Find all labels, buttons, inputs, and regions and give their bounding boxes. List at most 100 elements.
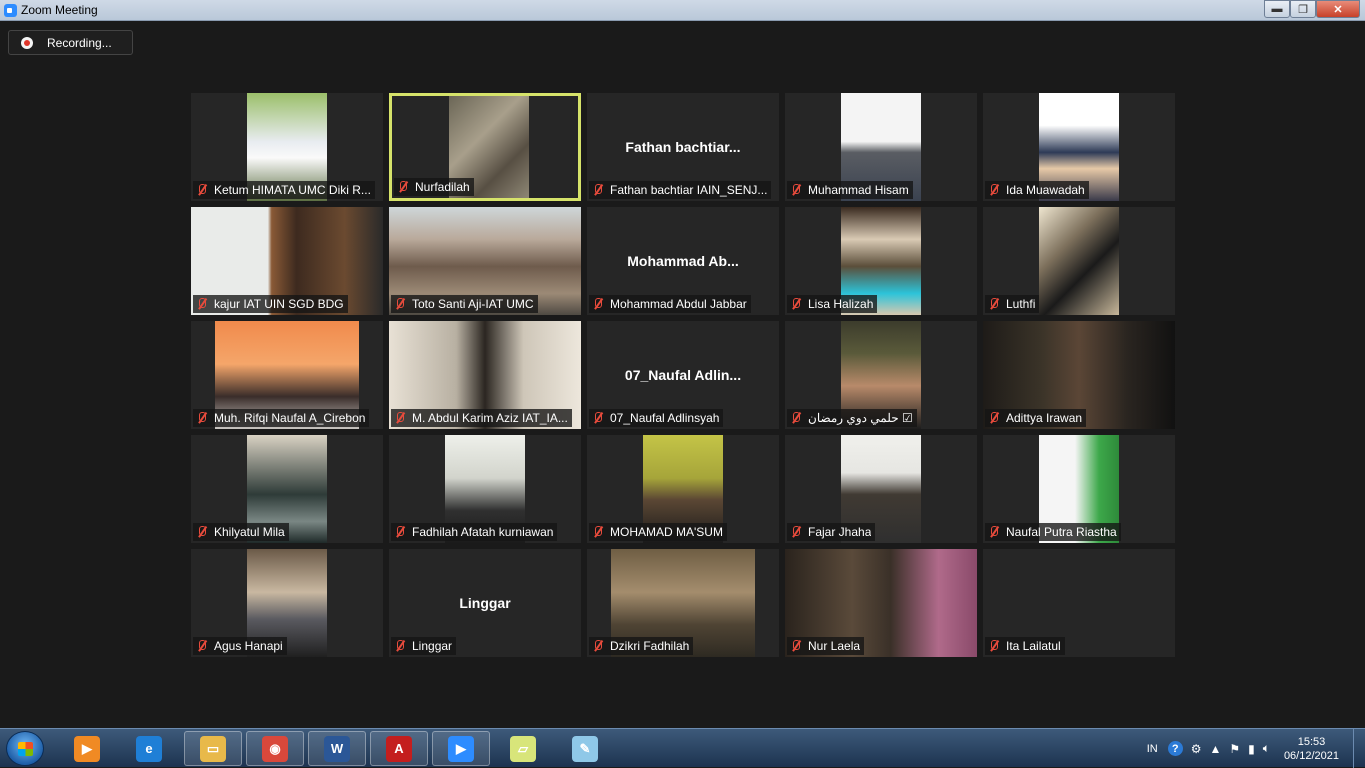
participant-tile[interactable]: 07_Naufal Adlin... 07_Naufal Adlinsyah xyxy=(587,321,779,429)
participant-nametag: حلمي دوي رمضان ☑ xyxy=(787,409,917,427)
participant-nametag: Ita Lailatul xyxy=(985,637,1065,655)
network-settings-icon[interactable]: ⚙ xyxy=(1191,742,1202,756)
taskbar-app-button[interactable]: ▶ xyxy=(58,731,116,766)
participant-tile[interactable]: Luthfi xyxy=(983,207,1175,315)
muted-mic-icon xyxy=(393,639,407,653)
volume-icon[interactable]: 🔈︎ xyxy=(1263,741,1270,756)
muted-mic-icon xyxy=(591,297,605,311)
participant-tile[interactable]: M. Abdul Karim Aziz IAT_IA... xyxy=(389,321,581,429)
participant-tile[interactable]: Naufal Putra Riastha xyxy=(983,435,1175,543)
zoom-app-icon xyxy=(4,4,17,17)
participant-tile[interactable]: Ketum HIMATA UMC Diki R... xyxy=(191,93,383,201)
participant-tile[interactable]: Nur Laela xyxy=(785,549,977,657)
participant-tile[interactable]: Agus Hanapi xyxy=(191,549,383,657)
participant-nametag: Ida Muawadah xyxy=(985,181,1089,199)
acrobat-icon: A xyxy=(386,735,412,762)
maximize-button[interactable]: ❐ xyxy=(1290,0,1316,18)
start-button[interactable] xyxy=(6,731,44,766)
participant-nametag: Muh. Rifqi Naufal A_Cirebon xyxy=(193,409,370,427)
participant-tile[interactable]: Ida Muawadah xyxy=(983,93,1175,201)
muted-mic-icon xyxy=(789,525,803,539)
participant-nametag: Ketum HIMATA UMC Diki R... xyxy=(193,181,375,199)
participant-tile[interactable]: حلمي دوي رمضان ☑ xyxy=(785,321,977,429)
participant-nametag: 07_Naufal Adlinsyah xyxy=(589,409,724,427)
participant-nametag: Fadhilah Afatah kurniawan xyxy=(391,523,558,541)
system-tray: IN ? ⚙ ▲ ⚑ ▮ 🔈︎ 15:53 06/12/2021 xyxy=(1147,729,1365,768)
window-titlebar: Zoom Meeting ▬ ❐ ✕ xyxy=(0,0,1365,21)
language-indicator[interactable]: IN xyxy=(1147,743,1158,755)
participant-tile[interactable]: Muh. Rifqi Naufal A_Cirebon xyxy=(191,321,383,429)
participant-name: Mohammad Abdul Jabbar xyxy=(610,297,747,311)
muted-mic-icon xyxy=(789,297,803,311)
participant-tile[interactable]: Linggar Linggar xyxy=(389,549,581,657)
participant-name: Lisa Halizah xyxy=(808,297,874,311)
participant-nametag: Mohammad Abdul Jabbar xyxy=(589,295,751,313)
participant-tile[interactable]: Khilyatul Mila xyxy=(191,435,383,543)
taskbar-app-button[interactable]: A xyxy=(370,731,428,766)
close-button[interactable]: ✕ xyxy=(1316,0,1360,18)
clock-date: 06/12/2021 xyxy=(1283,749,1339,762)
participant-name: Adittya Irawan xyxy=(1006,411,1083,425)
show-desktop-button[interactable] xyxy=(1353,729,1365,768)
minimize-button[interactable]: ▬ xyxy=(1264,0,1290,18)
taskbar-app-button[interactable]: ▱ xyxy=(494,731,552,766)
participant-name: Fadhilah Afatah kurniawan xyxy=(412,525,554,539)
clock-time: 15:53 xyxy=(1297,735,1326,748)
clock[interactable]: 15:53 06/12/2021 xyxy=(1284,735,1339,763)
meeting-gallery: Recording... Ketum HIMATA UMC Diki R... N… xyxy=(0,21,1365,728)
participant-name: Naufal Putra Riastha xyxy=(1006,525,1117,539)
participant-name: Toto Santi Aji-IAT UMC xyxy=(412,297,534,311)
participant-nametag: Lisa Halizah xyxy=(787,295,878,313)
help-icon[interactable]: ? xyxy=(1167,741,1183,756)
participant-tile[interactable]: Dzikri Fadhilah xyxy=(587,549,779,657)
taskbar-app-button[interactable]: ▭ xyxy=(184,731,242,766)
taskbar-app-button[interactable]: ▶ xyxy=(432,731,490,766)
participant-tile[interactable]: Adittya Irawan xyxy=(983,321,1175,429)
participant-tile[interactable]: Fajar Jhaha xyxy=(785,435,977,543)
participant-tile[interactable]: Mohammad Ab... Mohammad Abdul Jabbar xyxy=(587,207,779,315)
participant-tile[interactable]: Fathan bachtiar... Fathan bachtiar IAIN_S… xyxy=(587,93,779,201)
participant-name: Fajar Jhaha xyxy=(808,525,872,539)
taskbar-app-button[interactable]: W xyxy=(308,731,366,766)
show-hidden-icons-icon[interactable]: ▲ xyxy=(1209,742,1221,756)
participant-tile[interactable]: Ita Lailatul xyxy=(983,549,1175,657)
muted-mic-icon xyxy=(987,639,1001,653)
taskbar-app-button[interactable]: ✎ xyxy=(556,731,614,766)
taskbar-app-button[interactable]: ◉ xyxy=(246,731,304,766)
participant-name: M. Abdul Karim Aziz IAT_IA... xyxy=(412,411,568,425)
muted-mic-icon xyxy=(789,183,803,197)
recording-label: Recording... xyxy=(47,35,112,50)
participant-name: Luthfi xyxy=(1006,297,1036,311)
window-controls: ▬ ❐ ✕ xyxy=(1264,0,1360,18)
participant-tile[interactable]: kajur IAT UIN SGD BDG xyxy=(191,207,383,315)
participant-name: Ida Muawadah xyxy=(1006,183,1085,197)
internet-explorer-icon: e xyxy=(136,735,162,762)
participant-name: Muhammad Hisam xyxy=(808,183,909,197)
participant-name: حلمي دوي رمضان ☑ xyxy=(808,411,913,425)
participant-tile[interactable]: Toto Santi Aji-IAT UMC xyxy=(389,207,581,315)
participant-nametag: Fathan bachtiar IAIN_SENJ... xyxy=(589,181,772,199)
muted-mic-icon xyxy=(591,411,605,425)
muted-mic-icon xyxy=(987,411,1001,425)
recording-indicator[interactable]: Recording... xyxy=(8,30,133,55)
participant-tile[interactable]: MOHAMAD MA'SUM xyxy=(587,435,779,543)
muted-mic-icon xyxy=(591,639,605,653)
participant-nametag: Naufal Putra Riastha xyxy=(985,523,1121,541)
participant-name: Agus Hanapi xyxy=(214,639,283,653)
signal-strength-icon[interactable]: ▮ xyxy=(1248,742,1255,756)
muted-mic-icon xyxy=(195,297,209,311)
participant-tile[interactable]: Fadhilah Afatah kurniawan xyxy=(389,435,581,543)
participant-tile[interactable]: Muhammad Hisam xyxy=(785,93,977,201)
taskbar-app-button[interactable]: e xyxy=(120,731,178,766)
participant-nametag: Nurfadilah xyxy=(394,178,474,196)
participant-name: Fathan bachtiar IAIN_SENJ... xyxy=(610,183,768,197)
participant-nametag: M. Abdul Karim Aziz IAT_IA... xyxy=(391,409,572,427)
participant-tile[interactable]: Nurfadilah xyxy=(389,93,581,201)
participant-name: MOHAMAD MA'SUM xyxy=(610,525,723,539)
muted-mic-icon xyxy=(396,180,410,194)
participant-nametag: Fajar Jhaha xyxy=(787,523,876,541)
action-center-icon[interactable]: ⚑ xyxy=(1229,742,1240,756)
participant-tile[interactable]: Lisa Halizah xyxy=(785,207,977,315)
participant-name: Nurfadilah xyxy=(415,180,470,194)
participant-name: 07_Naufal Adlinsyah xyxy=(610,411,720,425)
